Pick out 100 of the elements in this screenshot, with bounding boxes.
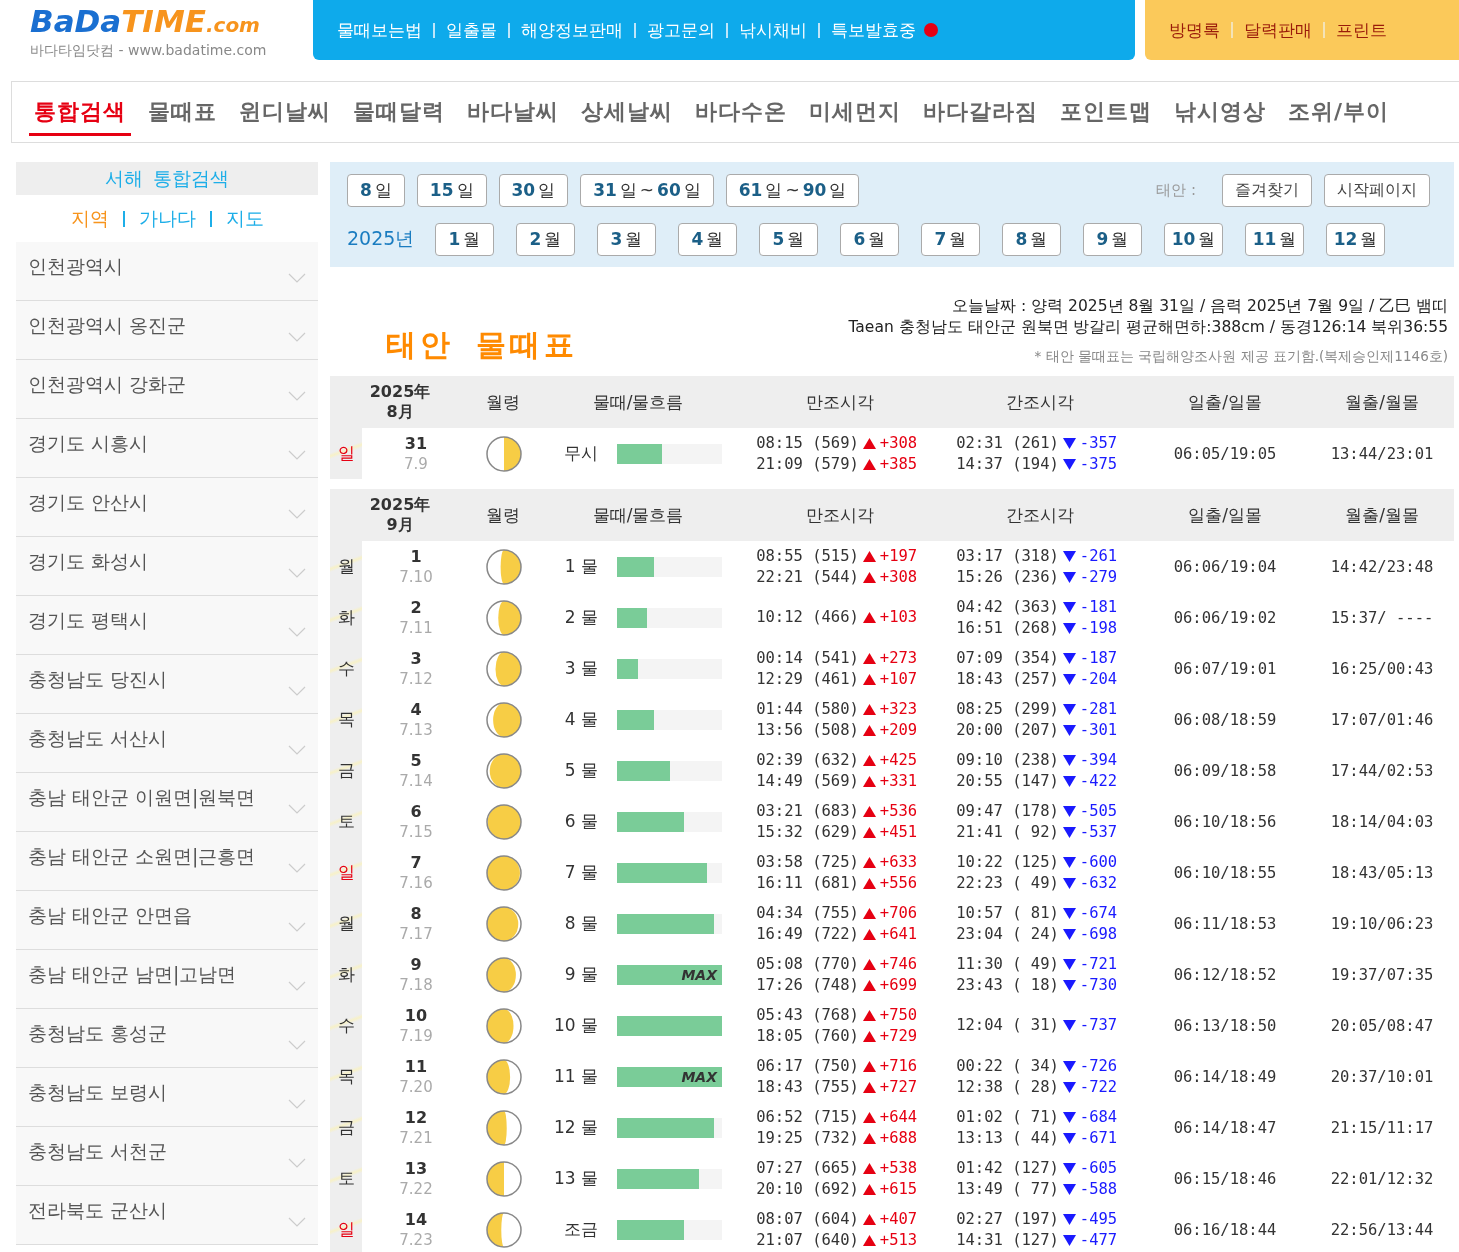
tide-change: +331 bbox=[879, 770, 919, 792]
region-item[interactable]: 충청남도 당진시 bbox=[16, 655, 318, 714]
region-item[interactable]: 경기도 시흥시 bbox=[16, 419, 318, 478]
nav-link[interactable]: 달력판매 bbox=[1238, 18, 1318, 42]
column-header: 월령 bbox=[485, 390, 521, 414]
range-button[interactable]: 15 일 bbox=[416, 173, 487, 207]
tab[interactable]: 바다날씨 bbox=[462, 88, 564, 136]
action-button[interactable]: 시작페이지 bbox=[1324, 173, 1430, 207]
date: 10 bbox=[404, 1005, 428, 1026]
region-item[interactable]: 인천광역시 옹진군 bbox=[16, 301, 318, 360]
region-item[interactable]: 충청남도 서천군 bbox=[16, 1127, 318, 1186]
month-button[interactable]: 1 월 bbox=[435, 222, 494, 256]
moonrise-moonset: 19:10/06:23 bbox=[1329, 914, 1435, 933]
region-item[interactable]: 충남 태안군 안면읍 bbox=[16, 891, 318, 950]
info-line: 오늘날짜 : 양력 2025년 8월 31일 / 음력 2025년 7월 9일 / 乙巳 뱀띠 bbox=[952, 296, 1448, 317]
month-heading: 2025年 8月 bbox=[368, 382, 432, 422]
column-header: 간조시각 bbox=[1005, 390, 1075, 414]
range-button[interactable]: 31 일 ~ 60 일 bbox=[580, 173, 714, 207]
sidebar-title: 서해 통합검색 bbox=[16, 162, 318, 195]
date: 6 bbox=[410, 801, 422, 822]
moonrise-moonset: 13:44/23:01 bbox=[1329, 444, 1435, 463]
tab[interactable]: 바다수온 bbox=[690, 88, 792, 136]
weekday: 금 bbox=[330, 1102, 362, 1153]
moonrise-moonset: 16:25/00:43 bbox=[1329, 659, 1435, 678]
down-triangle-icon bbox=[1062, 877, 1076, 889]
tab[interactable]: 윈디날씨 bbox=[234, 88, 336, 136]
down-triangle-icon bbox=[1062, 856, 1076, 868]
region-item[interactable]: 충청남도 홍성군 bbox=[16, 1009, 318, 1068]
month-button[interactable]: 12 월 bbox=[1326, 222, 1385, 256]
month-button[interactable]: 10 월 bbox=[1164, 222, 1223, 256]
tide-change: +308 bbox=[879, 432, 919, 454]
month-button[interactable]: 5 월 bbox=[759, 222, 818, 256]
month-button[interactable]: 6 월 bbox=[840, 222, 899, 256]
tide-phase: 8 물 bbox=[563, 912, 599, 935]
nav-link[interactable]: 방명록 bbox=[1163, 18, 1226, 42]
region-item[interactable]: 인천광역시 강화군 bbox=[16, 360, 318, 419]
month-button[interactable]: 7 월 bbox=[921, 222, 980, 256]
tide-reading: 04:34 (755) bbox=[756, 902, 859, 924]
down-triangle-icon bbox=[1062, 1111, 1076, 1123]
region-item[interactable]: 인천광역시 bbox=[16, 242, 318, 301]
down-triangle-icon bbox=[1062, 1234, 1076, 1246]
down-triangle-icon bbox=[1062, 826, 1076, 838]
tide-reading: 07:09 (354) bbox=[956, 647, 1059, 669]
region-item[interactable]: 경기도 안산시 bbox=[16, 478, 318, 537]
down-triangle-icon bbox=[1062, 1162, 1076, 1174]
region-item[interactable]: 경기도 화성시 bbox=[16, 537, 318, 596]
range-button[interactable]: 8 일 bbox=[347, 173, 405, 207]
region-item[interactable]: 경기도 평택시 bbox=[16, 596, 318, 655]
tide-change: -600 bbox=[1079, 851, 1119, 873]
tab[interactable]: 물때표 bbox=[143, 88, 222, 136]
range-button[interactable]: 30 일 bbox=[498, 173, 569, 207]
region-item[interactable]: 충남 태안군 소원면|근흥면 bbox=[16, 832, 318, 891]
region-item[interactable]: 충남 태안군 이원면|원북면 bbox=[16, 773, 318, 832]
month-button[interactable]: 2 월 bbox=[516, 222, 575, 256]
tab[interactable]: 낚시영상 bbox=[1169, 88, 1271, 136]
date: 9 bbox=[410, 954, 422, 975]
tide-change: -730 bbox=[1079, 974, 1119, 996]
tab[interactable]: 바다갈라짐 bbox=[918, 88, 1043, 136]
tide-reading: 02:31 (261) bbox=[956, 432, 1059, 454]
tide-reading: 15:32 (629) bbox=[756, 821, 859, 843]
region-item[interactable]: 충남 태안군 남면|고남면 bbox=[16, 950, 318, 1009]
tide-reading: 19:25 (732) bbox=[756, 1127, 859, 1149]
max-label: MAX bbox=[681, 966, 717, 983]
tab[interactable]: 포인트맵 bbox=[1055, 88, 1157, 136]
tab[interactable]: 물때달력 bbox=[348, 88, 450, 136]
tide-change: +556 bbox=[879, 872, 919, 894]
nav-link[interactable]: 프린트 bbox=[1330, 18, 1393, 42]
tide-change: +425 bbox=[879, 749, 919, 771]
action-button[interactable]: 즐겨찾기 bbox=[1222, 173, 1312, 207]
month-button[interactable]: 4 월 bbox=[678, 222, 737, 256]
tide-change: -187 bbox=[1079, 647, 1119, 669]
tide-change: +746 bbox=[879, 953, 919, 975]
tab[interactable]: 조위/부이 bbox=[1283, 88, 1395, 136]
region-item[interactable]: 충청남도 서산시 bbox=[16, 714, 318, 773]
month-button[interactable]: 3 월 bbox=[597, 222, 656, 256]
tab[interactable]: 미세먼지 bbox=[804, 88, 906, 136]
tide-change: -357 bbox=[1079, 432, 1119, 454]
tide-reading: 23:43 ( 18) bbox=[956, 974, 1059, 996]
region-item[interactable]: 충청남도 보령시 bbox=[16, 1068, 318, 1127]
region-item[interactable]: 전라북도 군산시 bbox=[16, 1186, 318, 1245]
date: 7 bbox=[410, 852, 422, 873]
month-button[interactable]: 8 월 bbox=[1002, 222, 1061, 256]
chevron-down-icon bbox=[288, 627, 306, 637]
tide-change: +407 bbox=[879, 1208, 919, 1230]
tide-change: +451 bbox=[879, 821, 919, 843]
tide-reading: 18:05 (760) bbox=[756, 1025, 859, 1047]
logo[interactable]: BaDaTIME.com bbox=[30, 4, 313, 42]
month-button[interactable]: 11 월 bbox=[1245, 222, 1304, 256]
up-triangle-icon bbox=[862, 1162, 876, 1174]
tide-reading: 13:13 ( 44) bbox=[956, 1127, 1059, 1149]
tab[interactable]: 상세날씨 bbox=[576, 88, 678, 136]
range-button[interactable]: 61 일 ~ 90 일 bbox=[725, 173, 860, 207]
tide-change: +727 bbox=[879, 1076, 919, 1098]
month-button[interactable]: 9 월 bbox=[1083, 222, 1142, 256]
tab[interactable]: 통합검색 bbox=[29, 88, 131, 136]
column-header: 일출/일몰 bbox=[1187, 390, 1263, 414]
tide-reading: 13:56 (508) bbox=[756, 719, 859, 741]
tide-reading: 08:55 (515) bbox=[756, 545, 859, 567]
down-triangle-icon bbox=[1062, 437, 1076, 449]
sunrise-sunset: 06:11/18:53 bbox=[1172, 914, 1278, 933]
